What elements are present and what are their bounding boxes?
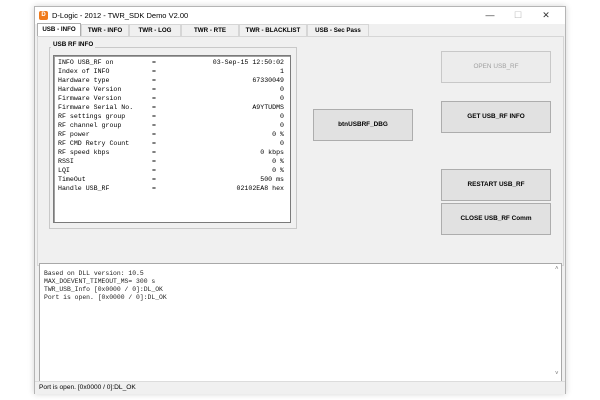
- tab-twr-rte[interactable]: TWR - RTE: [181, 24, 239, 36]
- info-value: 0 %: [272, 167, 284, 174]
- usb-rf-info-panel: INFO USB_RF on = 03-Sep-15 12:50:02 Index …: [53, 55, 291, 223]
- tab-twr-log[interactable]: TWR - LOG: [129, 24, 181, 36]
- info-equals: =: [152, 140, 156, 147]
- info-key: Hardware type: [58, 77, 110, 84]
- info-equals: =: [152, 86, 156, 93]
- info-row: Firmware Serial No. = A9YTUDMS: [58, 103, 288, 112]
- info-key: RF power: [58, 131, 90, 138]
- info-equals: =: [152, 113, 156, 120]
- usb-rf-info-group-label: USB RF INFO: [51, 41, 96, 48]
- btn-usbrf-dbg[interactable]: btnUSBRF_DBG: [313, 109, 413, 141]
- close-button[interactable]: ✕: [531, 7, 561, 24]
- scroll-down-icon[interactable]: ˅: [555, 371, 559, 377]
- info-value: 0: [280, 113, 284, 120]
- info-row: INFO USB_RF on = 03-Sep-15 12:50:02: [58, 58, 288, 67]
- info-value: 0: [280, 86, 284, 93]
- info-equals: =: [152, 176, 156, 183]
- title-bar[interactable]: D D-Logic - 2012 - TWR_SDK Demo V2.00 — …: [35, 7, 565, 24]
- info-key: Firmware Version: [58, 95, 122, 102]
- info-key: Firmware Serial No.: [58, 104, 134, 111]
- main-window: D D-Logic - 2012 - TWR_SDK Demo V2.00 — …: [34, 6, 566, 394]
- minimize-button[interactable]: —: [475, 7, 505, 24]
- info-value: 0: [280, 122, 284, 129]
- info-key: RSSI: [58, 158, 74, 165]
- info-value: A9YTUDMS: [252, 104, 284, 111]
- info-key: Hardware Version: [58, 86, 122, 93]
- info-equals: =: [152, 68, 156, 75]
- info-row: Handle USB_RF = 02102EA8 hex: [58, 184, 288, 193]
- maximize-button[interactable]: ☐: [503, 7, 533, 24]
- info-row: RSSI = 0 %: [58, 157, 288, 166]
- get-usb-rf-info-button[interactable]: GET USB_RF INFO: [441, 101, 551, 133]
- info-value: 0: [280, 140, 284, 147]
- status-text: Port is open. [0x0000 / 0]:DL_OK: [39, 384, 136, 391]
- info-row: Index of INFO = 1: [58, 67, 288, 76]
- info-key: RF CMD Retry Count: [58, 140, 130, 147]
- info-key: LQI: [58, 167, 70, 174]
- log-line: TWR_USB_Info [0x0000 / 0]:DL_OK: [44, 286, 163, 293]
- info-key: RF channel group: [58, 122, 122, 129]
- app-icon: D: [39, 11, 48, 20]
- info-row: RF channel group = 0: [58, 121, 288, 130]
- info-value: 0 kbps: [260, 149, 284, 156]
- info-key: INFO USB_RF on: [58, 59, 114, 66]
- open-usb-rf-button[interactable]: OPEN USB_RF: [441, 51, 551, 83]
- info-row: RF speed kbps = 0 kbps: [58, 148, 288, 157]
- info-value: 03-Sep-15 12:50:02: [212, 59, 284, 66]
- info-equals: =: [152, 167, 156, 174]
- info-row: Firmware Version = 0: [58, 94, 288, 103]
- info-value: 500 ms: [260, 176, 284, 183]
- scroll-up-icon[interactable]: ˄: [555, 266, 559, 272]
- info-equals: =: [152, 59, 156, 66]
- info-row: LQI = 0 %: [58, 166, 288, 175]
- info-row: RF CMD Retry Count = 0: [58, 139, 288, 148]
- info-key: RF speed kbps: [58, 149, 110, 156]
- info-key: TimeOut: [58, 176, 86, 183]
- status-bar: Port is open. [0x0000 / 0]:DL_OK: [35, 381, 565, 394]
- info-equals: =: [152, 158, 156, 165]
- info-value: 0 %: [272, 131, 284, 138]
- restart-usb-rf-button[interactable]: RESTART USB_RF: [441, 169, 551, 201]
- info-equals: =: [152, 122, 156, 129]
- info-value: 67330049: [252, 77, 284, 84]
- tab-twr-info[interactable]: TWR - INFO: [81, 24, 129, 36]
- info-key: Handle USB_RF: [58, 185, 110, 192]
- info-row: RF settings group = 0: [58, 112, 288, 121]
- info-row: RF power = 0 %: [58, 130, 288, 139]
- info-equals: =: [152, 131, 156, 138]
- info-key: Index of INFO: [58, 68, 110, 75]
- window-title: D-Logic - 2012 - TWR_SDK Demo V2.00: [52, 11, 189, 20]
- log-line: Based on DLL version: 10.5: [44, 270, 144, 277]
- info-row: Hardware Version = 0: [58, 85, 288, 94]
- info-value: 0: [280, 95, 284, 102]
- log-textbox[interactable]: Based on DLL version: 10.5 MAX_DOEVENT_T…: [39, 263, 562, 382]
- info-equals: =: [152, 149, 156, 156]
- log-line: MAX_DOEVENT_TIMEOUT_MS= 300 s: [44, 278, 156, 285]
- info-value: 0 %: [272, 158, 284, 165]
- info-equals: =: [152, 104, 156, 111]
- log-line: Port is open. [0x0000 / 0]:DL_OK: [44, 294, 167, 301]
- info-equals: =: [152, 77, 156, 84]
- info-equals: =: [152, 95, 156, 102]
- info-value: 02102EA8 hex: [236, 185, 284, 192]
- info-value: 1: [280, 68, 284, 75]
- close-usb-rf-comm-button[interactable]: CLOSE USB_RF Comm: [441, 203, 551, 235]
- info-row: Hardware type = 67330049: [58, 76, 288, 85]
- tab-usb-sec-pass[interactable]: USB - Sec Pass: [307, 24, 369, 36]
- info-row: TimeOut = 500 ms: [58, 175, 288, 184]
- info-equals: =: [152, 185, 156, 192]
- info-key: RF settings group: [58, 113, 126, 120]
- tab-twr-blacklist[interactable]: TWR - BLACKLIST: [239, 24, 307, 36]
- tab-usb-info[interactable]: USB - INFO: [37, 23, 81, 36]
